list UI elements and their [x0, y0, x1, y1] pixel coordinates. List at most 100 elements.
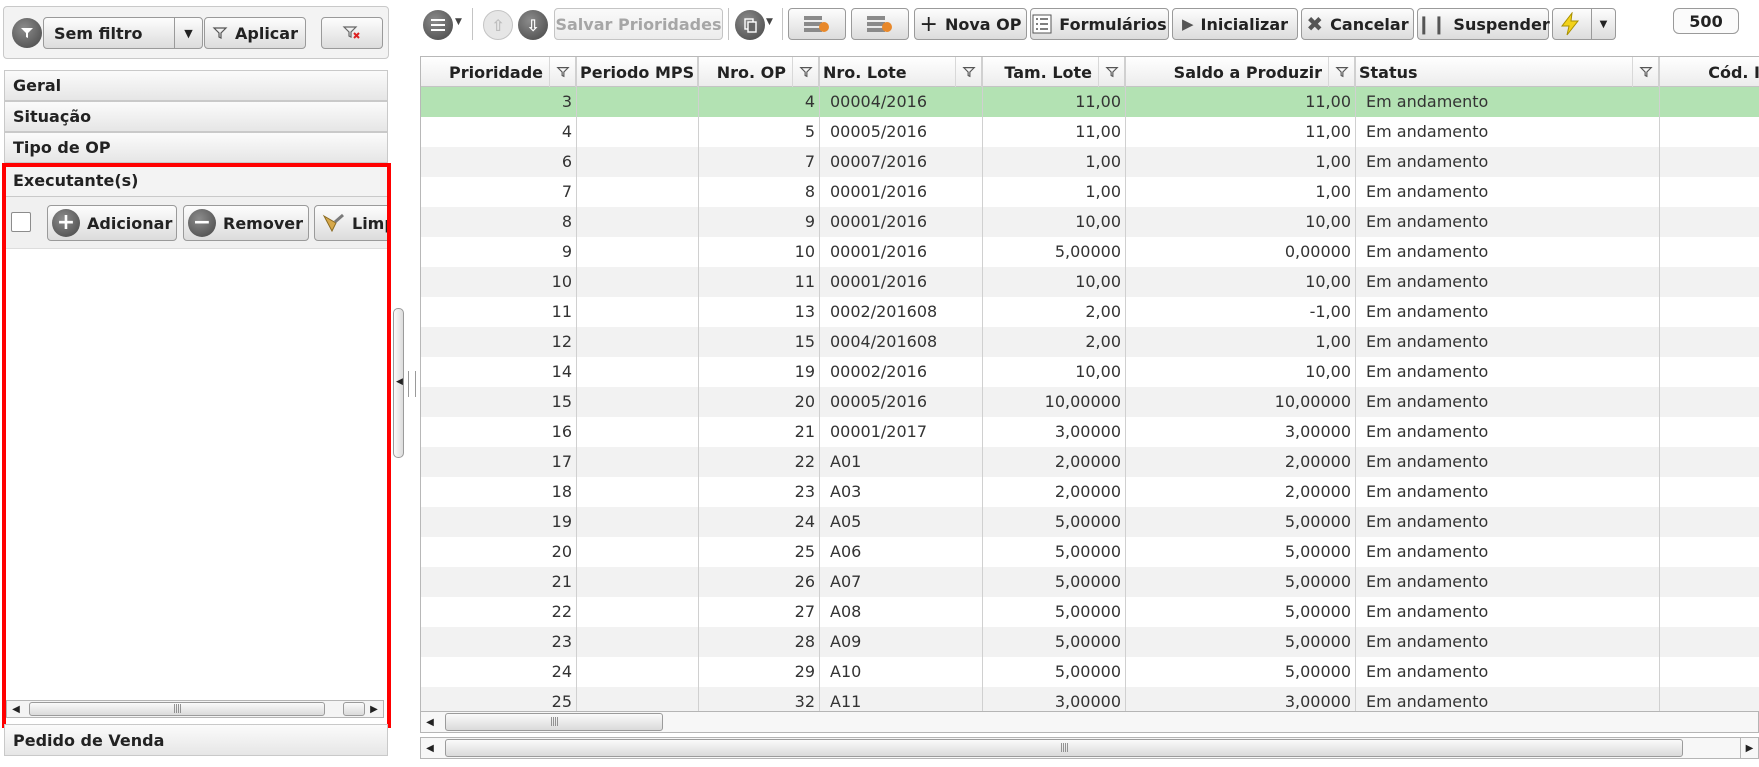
- cell-periodo-mps: [576, 417, 698, 447]
- cell-nro-op: 8: [804, 182, 815, 201]
- cell-periodo-mps: [576, 657, 698, 687]
- table-row[interactable]: 7 8 00001/2016 1,00 1,00 Em andamento: [421, 177, 1759, 207]
- cancel-button[interactable]: ✖ Cancelar: [1301, 8, 1414, 40]
- section-geral[interactable]: Geral: [4, 70, 388, 101]
- cell-nro-lote: 00005/2016: [830, 122, 928, 141]
- play-icon: ▶: [1181, 15, 1194, 33]
- filter-select[interactable]: Sem filtro ▼: [43, 17, 203, 49]
- table-row[interactable]: 22 27 A08 5,00000 5,00000 Em andamento: [421, 597, 1759, 627]
- scroll-right-arrow[interactable]: ▶: [1740, 738, 1758, 758]
- cell-status: Em andamento: [1366, 602, 1489, 621]
- start-button[interactable]: ▶ Inicializar: [1172, 8, 1298, 40]
- scroll-right-arrow[interactable]: ▶: [365, 701, 383, 717]
- section-pedido-venda[interactable]: Pedido de Venda: [4, 724, 388, 756]
- column-header-nro-lote[interactable]: Nro. Lote: [819, 57, 982, 87]
- column-header-prioridade[interactable]: Prioridade: [421, 57, 576, 87]
- cell-prioridade: 15: [551, 392, 572, 411]
- scroll-thumb[interactable]: ||||: [445, 739, 1683, 757]
- filter-menu-icon[interactable]: [12, 18, 42, 48]
- table-row[interactable]: 12 15 0004/201608 2,00 1,00 Em andamento: [421, 327, 1759, 357]
- table-row[interactable]: 21 26 A07 5,00000 5,00000 Em andamento: [421, 567, 1759, 597]
- add-executante-button[interactable]: + Adicionar: [47, 205, 177, 241]
- arrow-up-icon[interactable]: ⇧: [483, 10, 513, 40]
- executantes-toolbar: + Adicionar − Remover Limp: [4, 197, 388, 249]
- view-options-dropdown-icon[interactable]: ▼: [455, 17, 462, 27]
- scroll-thumb[interactable]: ||||: [29, 702, 325, 716]
- cell-periodo-mps: [576, 387, 698, 417]
- forms-button[interactable]: Formulários: [1030, 8, 1169, 40]
- toolbar-separator: [472, 8, 473, 40]
- table-row[interactable]: 11 13 0002/201608 2,00 -1,00 Em andamento: [421, 297, 1759, 327]
- copy-menu-icon[interactable]: [735, 10, 765, 40]
- panel-splitter[interactable]: ◀: [393, 308, 416, 458]
- page-size-field[interactable]: 500: [1673, 8, 1739, 34]
- view-options-icon[interactable]: [423, 10, 453, 40]
- table-row[interactable]: 15 20 00005/2016 10,00000 10,00000 Em andamen…: [421, 387, 1759, 417]
- scroll-left-arrow[interactable]: ◀: [421, 738, 439, 758]
- cell-nro-op: 10: [794, 242, 815, 261]
- cell-saldo-a-produzir: 5,00000: [1284, 572, 1351, 591]
- table-row[interactable]: 18 23 A03 2,00000 2,00000 Em andamento: [421, 477, 1759, 507]
- funnel-clear-icon: [342, 26, 360, 39]
- scroll-left-arrow[interactable]: ◀: [7, 701, 25, 717]
- funnel-icon[interactable]: [792, 57, 818, 87]
- select-all-checkbox[interactable]: [11, 212, 31, 232]
- apply-filter-button[interactable]: Aplicar: [204, 17, 306, 49]
- table-row[interactable]: 25 32 A11 3,00000 3,00000 Em andamento: [421, 687, 1759, 711]
- table-row[interactable]: 6 7 00007/2016 1,00 1,00 Em andamento: [421, 147, 1759, 177]
- column-header-saldo-a-produzir[interactable]: Saldo a Produzir: [1125, 57, 1355, 87]
- column-header-status[interactable]: Status: [1355, 57, 1659, 87]
- cell-tam-lote: 2,00: [1085, 302, 1121, 321]
- new-op-button[interactable]: + Nova OP: [914, 8, 1027, 40]
- scroll-thumb-end[interactable]: [343, 702, 365, 716]
- column-header-cod[interactable]: Cód. I: [1659, 57, 1759, 87]
- funnel-icon[interactable]: [549, 57, 575, 87]
- table-row[interactable]: 8 9 00001/2016 10,00 10,00 Em andamento: [421, 207, 1759, 237]
- copy-menu-dropdown-icon[interactable]: ▼: [766, 17, 773, 27]
- section-tipo-op[interactable]: Tipo de OP: [4, 132, 388, 163]
- remove-executante-button[interactable]: − Remover: [183, 205, 309, 241]
- table-row[interactable]: 19 24 A05 5,00000 5,00000 Em andamento: [421, 507, 1759, 537]
- column-header-label: Tam. Lote: [1004, 62, 1092, 82]
- scroll-thumb[interactable]: ||||: [445, 713, 663, 731]
- table-row[interactable]: 17 22 A01 2,00000 2,00000 Em andamento: [421, 447, 1759, 477]
- chevron-down-icon: ▼: [174, 18, 202, 48]
- column-header-tam-lote[interactable]: Tam. Lote: [982, 57, 1125, 87]
- table-row[interactable]: 9 10 00001/2016 5,00000 0,00000 Em andamento: [421, 237, 1759, 267]
- cell-saldo-a-produzir: 11,00: [1305, 122, 1351, 141]
- funnel-icon[interactable]: [1098, 57, 1124, 87]
- table-row[interactable]: 20 25 A06 5,00000 5,00000 Em andamento: [421, 537, 1759, 567]
- cell-nro-lote: A06: [830, 542, 862, 561]
- column-header-label: Nro. OP: [716, 62, 786, 82]
- save-priorities-button[interactable]: Salvar Prioridades: [554, 8, 723, 40]
- column-header-periodo-mps[interactable]: Periodo MPS: [576, 57, 698, 87]
- table-row[interactable]: 14 19 00002/2016 10,00 10,00 Em andamento: [421, 357, 1759, 387]
- scroll-left-arrow[interactable]: ◀: [421, 712, 439, 732]
- table-row[interactable]: 23 28 A09 5,00000 5,00000 Em andamento: [421, 627, 1759, 657]
- section-executantes[interactable]: Executante(s): [4, 164, 388, 197]
- minus-icon: −: [188, 209, 216, 237]
- suspend-button[interactable]: ❙❙ Suspender: [1416, 8, 1550, 40]
- funnel-icon[interactable]: [955, 57, 981, 87]
- table-row[interactable]: 24 29 A10 5,00000 5,00000 Em andamento: [421, 657, 1759, 687]
- arrow-down-icon[interactable]: ⇩: [518, 10, 548, 40]
- funnel-icon[interactable]: [1632, 57, 1658, 87]
- column-header-nro-op[interactable]: Nro. OP: [698, 57, 819, 87]
- table-row[interactable]: 16 21 00001/2017 3,00000 3,00000 Em andamento: [421, 417, 1759, 447]
- table-row[interactable]: 4 5 00005/2016 11,00 11,00 Em andamento: [421, 117, 1759, 147]
- funnel-icon[interactable]: [1328, 57, 1354, 87]
- cell-status: Em andamento: [1366, 122, 1489, 141]
- grid-inner-hscrollbar[interactable]: ◀ ||||: [420, 711, 1759, 733]
- table-row[interactable]: 10 11 00001/2016 10,00 10,00 Em andamento: [421, 267, 1759, 297]
- layout-action-1-button[interactable]: [788, 8, 846, 40]
- clear-executantes-button[interactable]: Limp: [314, 205, 388, 241]
- actions-button[interactable]: ▼: [1552, 8, 1616, 40]
- layout-action-2-button[interactable]: [851, 8, 909, 40]
- section-situacao[interactable]: Situação: [4, 101, 388, 132]
- clear-filter-button[interactable]: [321, 17, 383, 49]
- executantes-hscrollbar[interactable]: ◀ |||| ▶: [6, 700, 384, 718]
- table-row-selected[interactable]: 3 4 00004/2016 11,00 11,00 Em andamento: [421, 87, 1759, 117]
- chevron-down-icon[interactable]: ▼: [1591, 9, 1615, 39]
- grid-hscrollbar[interactable]: ◀ |||| ▶: [420, 737, 1759, 759]
- apply-filter-label: Aplicar: [235, 23, 298, 43]
